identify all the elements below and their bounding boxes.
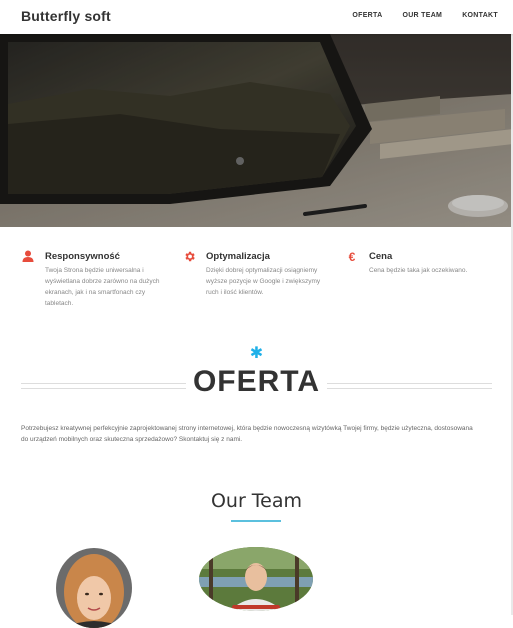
user-icon — [21, 250, 35, 264]
nav-link-kontakt[interactable]: KONTAKT — [462, 12, 498, 19]
section-title-team: Our Team — [210, 490, 303, 512]
title-underline — [231, 520, 281, 522]
team-member-photo — [199, 547, 313, 611]
euro-icon: € — [348, 250, 356, 264]
feature-title: Responsywność — [45, 251, 120, 262]
brand-logo[interactable]: Butterfly soft — [21, 8, 111, 24]
hero-image — [0, 34, 513, 227]
feature-description: Dzięki dobrej optymalizacji osiągniemy w… — [206, 267, 321, 296]
feature-title: Cena — [369, 251, 393, 262]
main-nav: OFERTA OUR TEAM KONTAKT — [352, 12, 498, 19]
nav-link-oferta[interactable]: OFERTA — [352, 12, 382, 19]
feature-title: Optymalizacja — [206, 251, 270, 262]
nav-link-our-team[interactable]: OUR TEAM — [402, 12, 442, 19]
asterisk-icon: ✱ — [249, 345, 264, 362]
top-navbar: Butterfly soft OFERTA OUR TEAM KONTAKT — [0, 0, 513, 34]
team-member-photo — [56, 548, 132, 628]
section-title-oferta: OFERTA — [192, 365, 321, 398]
feature-description: Cena będzie taka jak oczekiwano. — [369, 267, 468, 274]
oferta-description: Potrzebujesz kreatywnej perfekcyjnie zap… — [21, 425, 473, 443]
gear-icon — [182, 250, 196, 264]
hero-desk-illustration — [0, 34, 513, 227]
feature-description: Twoja Strona będzie uniwersalna i wyświe… — [45, 267, 160, 307]
